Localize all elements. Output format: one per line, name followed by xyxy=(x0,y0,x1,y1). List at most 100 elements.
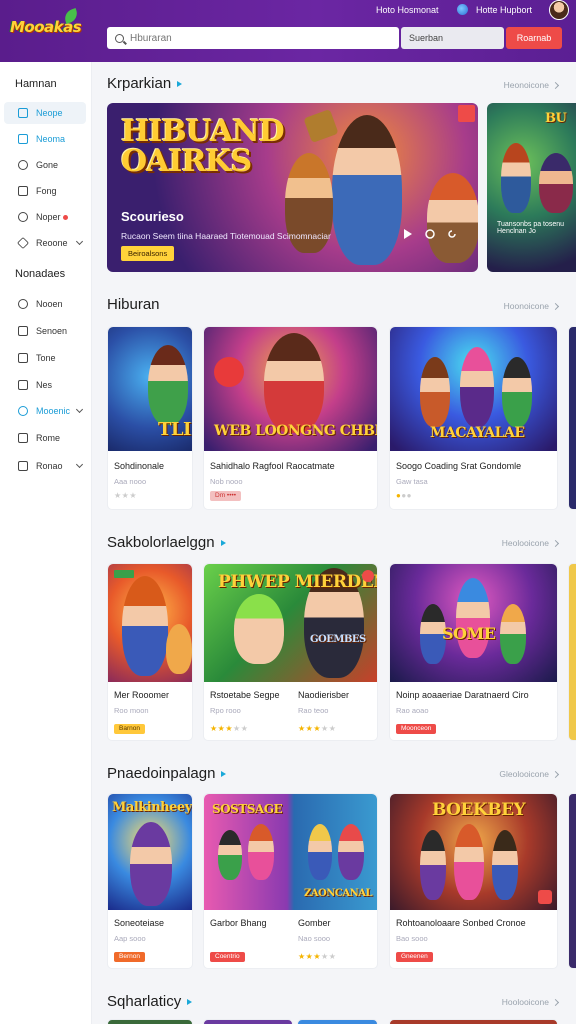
notification-dot xyxy=(62,214,68,220)
pause-icon[interactable] xyxy=(425,229,435,239)
rating-stars: ★★★★★ xyxy=(298,724,337,733)
game-title: Soogo Coading Srat Gondomle xyxy=(396,461,522,471)
section-link-upcoming[interactable]: Hoolooicone xyxy=(502,997,558,1007)
game-thumbnail: Malkinheey xyxy=(108,794,192,910)
header-action-button[interactable]: Roarnab xyxy=(506,27,562,49)
game-card-partial[interactable] xyxy=(203,1019,293,1024)
game-meta: Nob nooo xyxy=(210,477,243,486)
top-nav-link-2[interactable]: Hotte Hupbort xyxy=(476,5,532,15)
arrow-right-icon xyxy=(177,81,183,88)
game-thumbnail: MACAYALAE xyxy=(390,327,557,451)
sidebar-item-user[interactable]: Nooen xyxy=(4,293,86,315)
game-card[interactable]: PHWEP MIERDEN GOEMBES Rstoetabe Segpe Na… xyxy=(203,563,378,741)
game-card[interactable]: MACAYALAE Soogo Coading Srat Gondomle Ga… xyxy=(389,326,558,510)
chevron-down-icon xyxy=(75,237,84,246)
game-meta: Rpo rooo xyxy=(210,706,241,715)
sidebar-item-chat[interactable]: Nes xyxy=(4,374,86,396)
game-title: Soneoteiase xyxy=(114,918,165,928)
game-meta: Roo moon xyxy=(114,706,149,715)
status-badge: Barnon xyxy=(114,724,145,734)
game-meta: Bao sooo xyxy=(396,934,428,943)
sidebar-item-folder[interactable]: Tone xyxy=(4,347,86,369)
game-meta: Aap sooo xyxy=(114,934,146,943)
game-title: Noinp aoaaeriae Daratnaerd Ciro xyxy=(396,690,529,700)
game-card-partial[interactable] xyxy=(297,1019,378,1024)
search-bar[interactable] xyxy=(107,27,399,49)
game-meta: Aaa nooo xyxy=(114,477,147,486)
rating-stars: ●●● xyxy=(396,491,413,500)
game-card-partial[interactable] xyxy=(389,1019,558,1024)
rating-stars: ★★★★★ xyxy=(210,724,249,733)
sidebar-item-bookmark[interactable]: Fong xyxy=(4,180,86,202)
hero-banner[interactable]: HIBUAND OAIRKS Scourieso Rucaon Seem tii… xyxy=(107,103,478,272)
game-meta: Nao sooo xyxy=(298,934,331,943)
game-card[interactable]: SOME Noinp aoaaeriae Daratnaerd Ciro Rao… xyxy=(389,563,558,741)
game-card[interactable]: Malkinheey Soneoteiase Aap sooo Bernon xyxy=(107,793,193,969)
arrow-right-icon xyxy=(220,540,226,547)
game-title: Gomber xyxy=(298,918,331,928)
sidebar-heading-2: Nonadaes xyxy=(15,268,66,280)
game-title: Mer Rooomer xyxy=(114,690,170,700)
search-input[interactable] xyxy=(130,32,370,44)
hero-character-girl xyxy=(332,115,402,265)
sidebar-item-tv[interactable]: Neoma xyxy=(4,128,86,150)
sidebar-item-grid[interactable]: Senoen xyxy=(4,320,86,342)
game-card-partial[interactable] xyxy=(568,326,576,510)
chevron-down-icon xyxy=(75,460,84,469)
hero2-character-2 xyxy=(539,153,573,213)
top-bar: Mooakas Hoto Hosmonat Hotte Hupbort Suer… xyxy=(0,0,576,62)
game-thumbnail: SOME xyxy=(390,564,557,682)
bookmark-icon xyxy=(18,186,28,196)
game-title: Sahidhalo Ragfool Raocatmate xyxy=(210,461,335,471)
sidebar-item-list[interactable]: Ronao xyxy=(4,455,86,477)
game-card[interactable]: TLIK Sohdinonale Aaa nooo ★★★ xyxy=(107,326,193,510)
section-title-popular: Sakbolorlaelggn xyxy=(107,534,226,551)
hero-cta-button[interactable]: Beiroalsons xyxy=(121,246,175,261)
hero-banner-next[interactable]: BU Tuansonbs pa tosenu Henclnan Jo xyxy=(487,103,576,272)
hero2-description: Tuansonbs pa tosenu Henclnan Jo xyxy=(497,221,565,235)
globe-icon xyxy=(18,406,28,416)
folder-icon xyxy=(18,353,28,363)
avatar[interactable] xyxy=(549,0,569,20)
game-card-partial[interactable] xyxy=(568,563,576,741)
section-link-popular[interactable]: Heolooicone xyxy=(502,538,558,548)
sidebar-item-globe[interactable]: Mooenic xyxy=(4,400,86,422)
game-card[interactable]: SOSTSAGE ZAONCANAL Garbor Bhang Gomber N… xyxy=(203,793,378,969)
sidebar-item-search[interactable]: Gone xyxy=(4,154,86,176)
rating-stars: ★★★ xyxy=(114,491,138,500)
sidebar-item-tag[interactable]: Reoone xyxy=(4,232,86,254)
status-badge: Gneenen xyxy=(396,952,433,962)
section-title-featured: Krparkian xyxy=(107,75,183,92)
section-link-entertainment[interactable]: Hoonoicone xyxy=(504,301,558,311)
refresh-icon[interactable] xyxy=(447,229,457,239)
sidebar-item-clock[interactable]: Noper xyxy=(4,206,86,228)
top-nav-link-1[interactable]: Hoto Hosmonat xyxy=(376,5,439,15)
chat-icon xyxy=(18,380,28,390)
sidebar-item-square[interactable]: Rome xyxy=(4,427,86,449)
game-thumbnail: SOSTSAGE ZAONCANAL xyxy=(204,794,377,910)
section-link-featured[interactable]: Heonoicone xyxy=(504,80,558,90)
game-card-partial[interactable] xyxy=(568,793,576,969)
section-link-new[interactable]: Gleolooicone xyxy=(499,769,558,779)
status-badge: Coentrio xyxy=(210,952,245,962)
rating-stars: ★★★★★ xyxy=(298,952,337,961)
game-thumbnail: WEB LOONGNG CHBEI xyxy=(204,327,377,451)
game-meta: Gaw tasa xyxy=(396,477,428,486)
logo[interactable]: Mooakas xyxy=(10,7,92,50)
search-secondary-field[interactable]: Suerban xyxy=(401,27,504,49)
game-title: Rohtoanoloaare Sonbed Cronoe xyxy=(396,918,526,928)
globe-icon[interactable] xyxy=(457,4,468,15)
section-title-entertainment: Hiburan xyxy=(107,296,160,313)
status-badge: Bernon xyxy=(114,952,145,962)
game-card-partial[interactable] xyxy=(107,1019,193,1024)
search-icon xyxy=(18,160,28,170)
game-card[interactable]: BOEKBEY Rohtoanoloaare Sonbed Cronoe Bao… xyxy=(389,793,558,969)
hammer-icon xyxy=(303,108,339,144)
game-card[interactable]: Mer Rooomer Roo moon Barnon xyxy=(107,563,193,741)
play-icon[interactable] xyxy=(403,229,413,239)
sidebar-item-home[interactable]: Neope xyxy=(4,102,86,124)
game-title: Sohdinonale xyxy=(114,461,165,471)
game-title: Naodierisber xyxy=(298,690,350,700)
game-card[interactable]: WEB LOONGNG CHBEI Sahidhalo Ragfool Raoc… xyxy=(203,326,378,510)
arrow-right-icon xyxy=(187,999,193,1006)
